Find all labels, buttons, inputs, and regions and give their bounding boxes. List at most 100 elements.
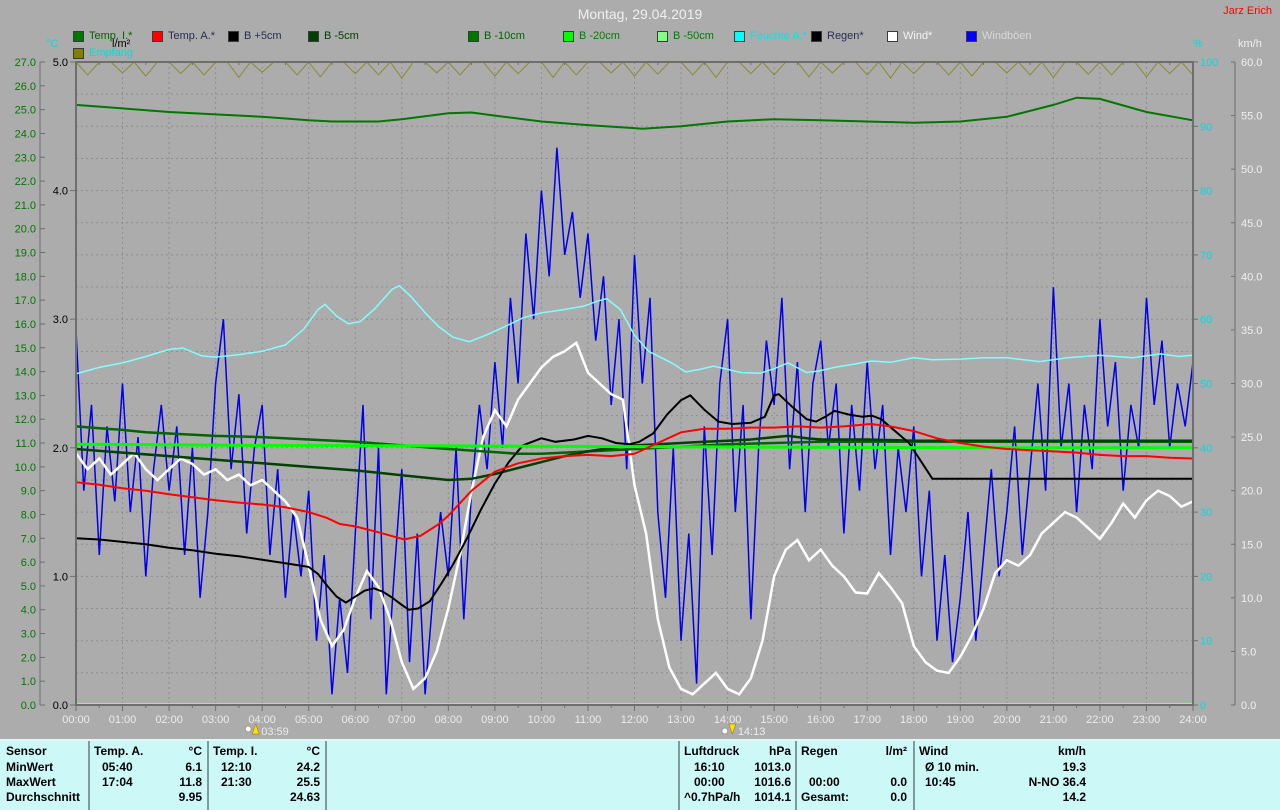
series-feuchte [76, 286, 1193, 374]
temp-a-unit: °C [150, 744, 202, 758]
svg-text:35.0: 35.0 [1241, 325, 1262, 337]
svg-text:07:00: 07:00 [388, 714, 416, 726]
wind-avg10-value: 19.3 [990, 760, 1086, 774]
temp-i-avg-value: 24.63 [268, 790, 320, 804]
series-empfang [76, 62, 1193, 78]
svg-text:01:00: 01:00 [109, 714, 137, 726]
temp-a-max-value: 11.8 [150, 775, 202, 789]
wind-unit: km/h [990, 744, 1086, 758]
time-marker-1413: 14:13 [722, 724, 766, 738]
temp-a-min-value: 6.1 [150, 760, 202, 774]
svg-text:13.0: 13.0 [15, 390, 36, 402]
weather-chart-plot[interactable]: 0.01.02.03.04.05.06.07.08.09.010.011.012… [0, 0, 1280, 810]
svg-text:15.0: 15.0 [15, 343, 36, 355]
wind-avg-value: 14.2 [990, 790, 1086, 804]
svg-text:7.0: 7.0 [21, 533, 36, 545]
svg-text:50: 50 [1200, 379, 1212, 391]
svg-text:15:00: 15:00 [760, 714, 788, 726]
svg-text:25.0: 25.0 [1241, 432, 1262, 444]
regen-header: Regen [801, 744, 838, 758]
svg-text:11:00: 11:00 [575, 714, 602, 726]
svg-text:23:00: 23:00 [1133, 714, 1161, 726]
svg-text:16:00: 16:00 [807, 714, 835, 726]
svg-text:14.0: 14.0 [15, 367, 36, 379]
svg-text:5.0: 5.0 [1241, 646, 1256, 658]
svg-text:17.0: 17.0 [15, 295, 36, 307]
time-marker-0359: 03:59 [245, 724, 289, 738]
wind-header: Wind [919, 744, 948, 758]
svg-text:16.0: 16.0 [15, 319, 36, 331]
luftdruck-header: Luftdruck [684, 744, 739, 758]
temp-i-max-time: 21:30 [221, 775, 252, 789]
temp-i-max-value: 25.5 [268, 775, 320, 789]
svg-text:3.0: 3.0 [21, 629, 36, 641]
svg-text:18:00: 18:00 [900, 714, 928, 726]
svg-text:100: 100 [1200, 57, 1218, 69]
temp-i-min-value: 24.2 [268, 760, 320, 774]
svg-text:10.0: 10.0 [1241, 593, 1262, 605]
temp-a-avg-value: 9.95 [150, 790, 202, 804]
svg-text:70: 70 [1200, 250, 1212, 262]
row-label-sensor: Sensor [6, 744, 47, 758]
svg-text:19:00: 19:00 [947, 714, 975, 726]
svg-text:55.0: 55.0 [1241, 111, 1262, 123]
svg-text:22:00: 22:00 [1086, 714, 1114, 726]
wind-avg10-label: Ø 10 min. [925, 760, 979, 774]
temp-a-max-time: 17:04 [102, 775, 133, 789]
regen-max-time: 00:00 [809, 775, 840, 789]
svg-text:24.0: 24.0 [15, 128, 36, 140]
svg-text:14:13: 14:13 [738, 726, 766, 738]
svg-text:30: 30 [1200, 507, 1212, 519]
svg-text:2.0: 2.0 [21, 652, 36, 664]
svg-text:3.0: 3.0 [53, 314, 68, 326]
svg-text:24:00: 24:00 [1179, 714, 1207, 726]
svg-text:0.0: 0.0 [53, 700, 68, 712]
svg-text:20: 20 [1200, 571, 1212, 583]
svg-text:22.0: 22.0 [15, 176, 36, 188]
svg-text:1.0: 1.0 [53, 571, 68, 583]
moonrise-icon [245, 726, 251, 732]
temp-a-min-time: 05:40 [102, 760, 133, 774]
luftdruck-max-time: 00:00 [694, 775, 725, 789]
axis-humidity-pct: 0102030405060708090100 [1193, 57, 1218, 712]
table-separator [795, 741, 797, 810]
svg-text:03:00: 03:00 [202, 714, 230, 726]
svg-text:60.0: 60.0 [1241, 57, 1262, 69]
svg-text:0.0: 0.0 [1241, 700, 1256, 712]
svg-text:10: 10 [1200, 636, 1212, 648]
luftdruck-tendency: ^0.7hPa/h [684, 790, 740, 804]
svg-text:00:00: 00:00 [62, 714, 90, 726]
grid-lines [76, 62, 1193, 705]
svg-text:4.0: 4.0 [53, 186, 68, 198]
row-label-minwert: MinWert [6, 760, 53, 774]
svg-text:06:00: 06:00 [341, 714, 369, 726]
regen-max-value: 0.0 [855, 775, 907, 789]
wind-max-value: N-NO 36.4 [990, 775, 1086, 789]
svg-text:21.0: 21.0 [15, 200, 36, 212]
row-label-maxwert: MaxWert [6, 775, 56, 789]
svg-text:02:00: 02:00 [155, 714, 183, 726]
svg-text:10.0: 10.0 [15, 462, 36, 474]
svg-text:12:00: 12:00 [621, 714, 649, 726]
row-label-durchschnitt: Durchschnitt [6, 790, 80, 804]
svg-text:20.0: 20.0 [15, 224, 36, 236]
svg-text:05:00: 05:00 [295, 714, 323, 726]
svg-text:1.0: 1.0 [21, 676, 36, 688]
svg-text:5.0: 5.0 [53, 57, 68, 69]
svg-text:26.0: 26.0 [15, 81, 36, 93]
svg-text:11.0: 11.0 [15, 438, 36, 450]
table-separator [913, 741, 915, 810]
temp-i-min-time: 12:10 [221, 760, 252, 774]
wind-max-time: 10:45 [925, 775, 956, 789]
weather-app-window: Montag, 29.04.2019 Jarz Erich °C l/m² % … [0, 0, 1280, 810]
table-separator [678, 741, 680, 810]
svg-text:17:00: 17:00 [853, 714, 881, 726]
svg-text:30.0: 30.0 [1241, 379, 1262, 391]
table-separator [325, 741, 327, 810]
axis-temp-c: 0.01.02.03.04.05.06.07.08.09.010.011.012… [15, 57, 45, 712]
svg-text:0.0: 0.0 [21, 700, 36, 712]
svg-text:4.0: 4.0 [21, 605, 36, 617]
svg-text:09:00: 09:00 [481, 714, 509, 726]
svg-text:80: 80 [1200, 186, 1212, 198]
svg-text:10:00: 10:00 [528, 714, 556, 726]
